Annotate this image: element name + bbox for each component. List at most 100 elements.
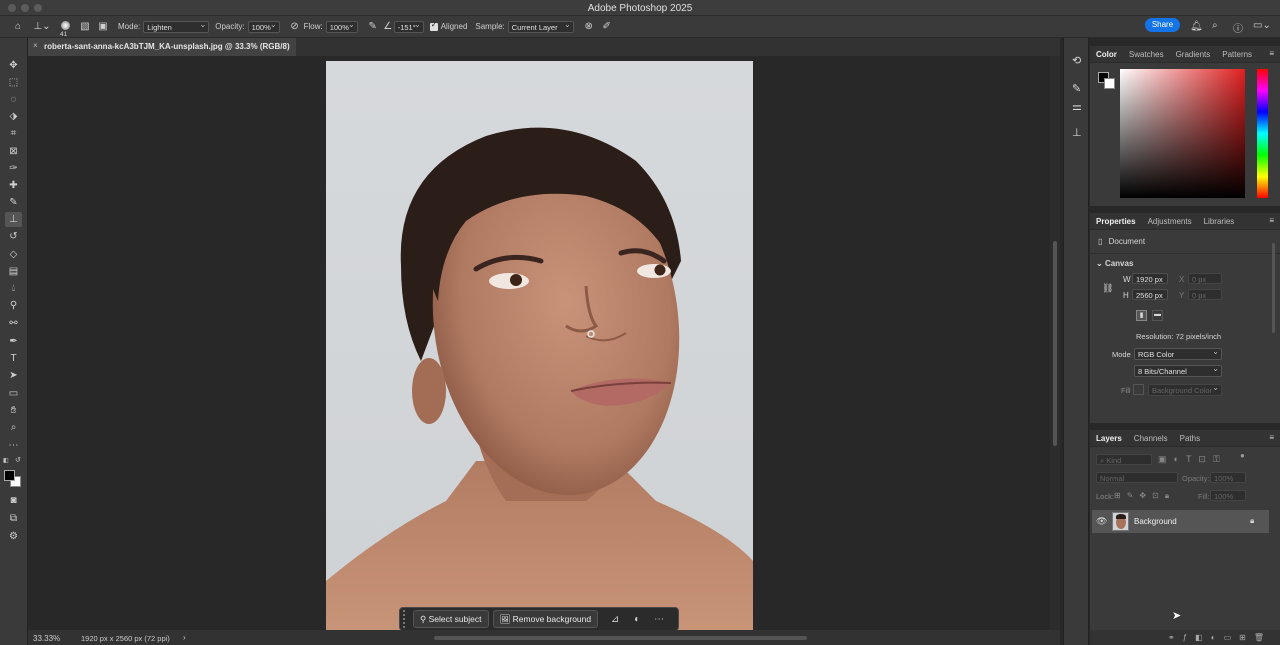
vertical-scrollbar[interactable] [1050,56,1060,630]
fill-swatch[interactable] [1133,384,1144,395]
hand-tool-icon[interactable]: ✋︎ [5,403,22,418]
marquee-tool-icon[interactable]: ⬚ [5,75,22,90]
panel-menu-icon[interactable]: ≡ [1269,433,1274,442]
help-icon[interactable]: ⓘ [1233,20,1243,35]
color-mode-dropdown[interactable]: RGB Color [1134,347,1222,360]
share-button[interactable]: Share [1145,18,1180,32]
color-field[interactable] [1120,69,1245,198]
pressure-opacity-icon[interactable]: ⊘ [286,21,304,32]
pen-tool-icon[interactable]: ✒ [5,334,22,349]
clone-source-panel-icon[interactable]: ⊥ [1072,126,1082,139]
frame-tool-icon[interactable]: ⊠ [5,144,22,159]
tab-color[interactable]: Color [1090,50,1123,59]
pressure-size-icon[interactable]: ✐ [598,21,616,32]
blur-tool-icon[interactable]: 💧︎ [5,281,22,296]
remove-background-button[interactable]: 🖼︎ Remove background [492,610,599,628]
lasso-tool-icon[interactable]: ◌ [5,92,22,107]
zoom-level[interactable]: 33.33% [33,634,60,643]
crop-tool-icon[interactable]: ⌗ [5,126,22,141]
workspace-icon[interactable]: ▭⌄ [1253,20,1271,31]
ignore-adjustment-layers-icon[interactable]: ⊗ [580,21,598,32]
chevron-right-icon[interactable]: › [183,633,186,642]
fill-dropdown[interactable]: Background Color [1148,383,1222,396]
edit-toolbar-icon[interactable]: ⋯ [5,438,22,453]
history-brush-tool-icon[interactable]: ↺ [5,229,22,244]
mode-dropdown[interactable]: Lighten [143,20,210,33]
type-tool-icon[interactable]: T [5,351,22,366]
clone-stamp-tool-icon[interactable]: ⊥ [5,212,22,227]
search-icon[interactable]: ⌕ [1212,20,1218,31]
tab-properties[interactable]: Properties [1090,217,1142,226]
eyedropper-tool-icon[interactable]: ✑ [5,161,22,176]
brush-angle-field[interactable]: -151° [393,20,424,33]
link-icon[interactable]: ⛓ [1102,283,1113,294]
brush-settings-icon[interactable]: ▧ [76,21,94,32]
quick-mask-icon[interactable]: ◙ [5,493,22,508]
healing-brush-tool-icon[interactable]: ✚ [5,178,22,193]
home-icon[interactable]: ⌂ [6,21,30,32]
opacity-field[interactable]: 100% [247,20,280,33]
adjustments-panel-icon[interactable]: ⚌ [1072,100,1082,113]
tab-patterns[interactable]: Patterns [1216,50,1258,59]
path-selection-tool-icon[interactable]: ➤ [5,368,22,383]
document-tab[interactable]: × roberta-sant-anna-kcA3bTJM_KA-unsplash… [28,38,296,56]
history-panel-icon[interactable]: ⟲ [1072,54,1081,67]
foreground-color-swatch[interactable] [4,470,15,481]
tab-swatches[interactable]: Swatches [1123,50,1170,59]
burn-tool-icon[interactable]: ⚯ [5,316,22,331]
more-options-icon[interactable]: ⋯ [648,614,670,625]
transform-icon[interactable]: ⊿ [604,614,626,625]
clone-source-icon[interactable]: ▣ [94,21,112,32]
tab-paths[interactable]: Paths [1174,434,1206,443]
lock-icon[interactable]: 🔒︎ [1250,516,1254,526]
background-color-swatch[interactable] [1104,78,1115,89]
horizontal-scroll-thumb[interactable] [434,636,807,640]
vertical-scroll-thumb[interactable] [1053,241,1057,446]
screen-mode-icon[interactable]: ⧉ [5,511,22,526]
dodge-tool-icon[interactable]: ⚲ [5,298,22,313]
portrait-orientation-button[interactable]: ▮ [1136,310,1147,321]
document-image[interactable] [326,61,753,630]
canvas-section-header[interactable]: ⌄ Canvas [1096,259,1133,268]
landscape-orientation-button[interactable]: ▬ [1152,310,1163,321]
x-field[interactable]: 0 px [1188,273,1222,284]
tab-gradients[interactable]: Gradients [1170,50,1217,59]
eye-visibility-icon[interactable]: 👁︎ [1096,516,1107,527]
lock-icons[interactable]: ⊞✎✥⊡🔒︎ [1114,491,1175,501]
layers-footer-icons[interactable]: ⚭ƒ◧◐▭⊞🗑︎ [1090,630,1280,645]
layer-filter-icons[interactable]: ▣◐T⊡⚿ [1158,454,1227,465]
zoom-tool-icon[interactable]: ⌕ [5,420,22,435]
sample-dropdown[interactable]: Current Layer [507,20,574,33]
bit-depth-dropdown[interactable]: 8 Bits/Channel [1134,364,1222,377]
eraser-tool-icon[interactable]: ◇ [5,247,22,262]
layer-row-background[interactable]: 👁︎ Background 🔒︎ [1092,510,1269,533]
height-field[interactable]: 2560 px [1132,289,1168,300]
rectangle-tool-icon[interactable]: ▭ [5,386,22,401]
y-field[interactable]: 0 px [1188,289,1222,300]
drag-handle[interactable] [403,610,409,628]
layer-opacity-field[interactable]: 100% [1210,472,1246,483]
adjustment-icon[interactable]: ◐ [626,614,648,625]
object-selection-tool-icon[interactable]: ⬗ [5,109,22,124]
panel-menu-icon[interactable]: ≡ [1269,49,1274,58]
notifications-bell-icon[interactable]: 🔔︎ [1190,21,1203,32]
blend-mode-dropdown[interactable]: Normal [1096,472,1178,483]
tab-libraries[interactable]: Libraries [1198,217,1241,226]
tab-layers[interactable]: Layers [1090,434,1128,443]
flow-field[interactable]: 100% [325,20,358,33]
tab-adjustments[interactable]: Adjustments [1142,217,1198,226]
brush-preset-picker[interactable]: 41 [54,21,76,38]
close-tab-icon[interactable]: × [33,41,38,50]
aligned-checkbox[interactable]: ✓ [429,20,438,31]
layer-fill-field[interactable]: 100% [1210,490,1246,501]
tab-channels[interactable]: Channels [1128,434,1174,443]
brushes-panel-icon[interactable]: ✎ [1072,82,1081,95]
select-subject-button[interactable]: ⚲ Select subject [413,610,489,628]
clone-stamp-tool-preset-icon[interactable]: ⊥⌄ [30,21,54,32]
default-colors-icon[interactable]: ◧ [3,457,9,464]
width-field[interactable]: 1920 px [1132,273,1168,284]
brush-tool-icon[interactable]: ✎ [5,195,22,210]
move-tool-icon[interactable]: ✥ [5,58,22,73]
gradient-tool-icon[interactable]: ▤ [5,264,22,279]
generative-fill-icon[interactable]: ⚙ [5,529,22,544]
